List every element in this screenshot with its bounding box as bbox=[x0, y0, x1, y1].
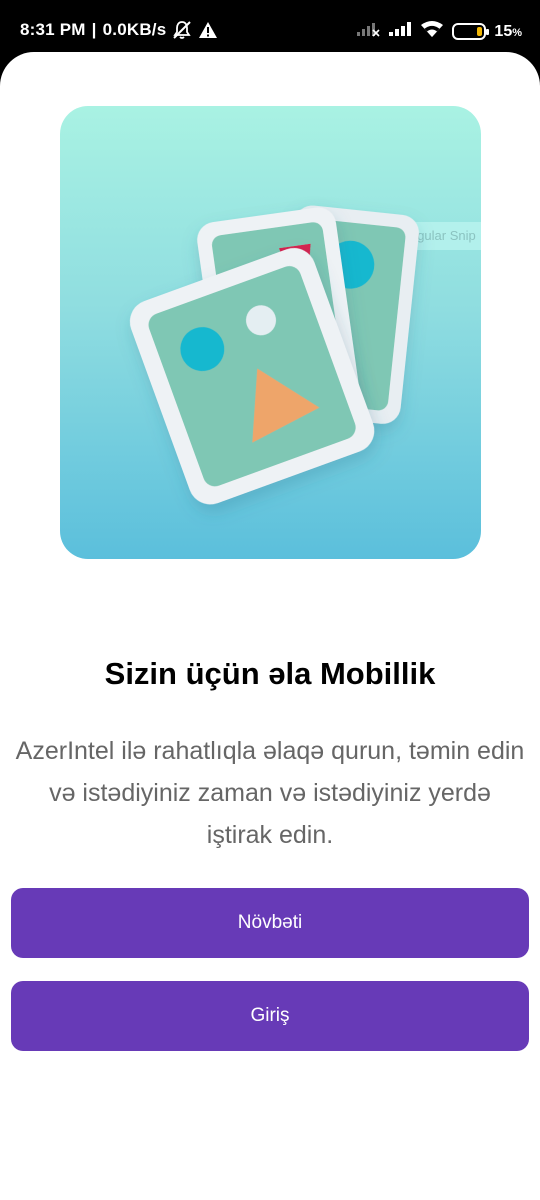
bell-off-icon bbox=[172, 20, 192, 40]
page-title: Sizin üçün əla Mobillik bbox=[104, 656, 436, 691]
warning-icon bbox=[198, 21, 218, 39]
signal-icon bbox=[388, 21, 412, 42]
page-description: AzerIntel ilə rahatlıqla əlaqə qurun, tə… bbox=[15, 737, 525, 849]
photo-cards-icon bbox=[129, 205, 419, 505]
next-button[interactable]: Növbəti bbox=[11, 888, 529, 958]
login-button[interactable]: Giriş bbox=[11, 981, 529, 1051]
battery-percent: 15% bbox=[494, 22, 522, 40]
status-separator: | bbox=[91, 20, 97, 39]
network-speed: 0.0KB/s bbox=[102, 20, 167, 39]
status-time: 8:31 PM bbox=[20, 20, 86, 39]
battery-level bbox=[477, 27, 483, 36]
signal-icon bbox=[356, 21, 380, 42]
battery-icon bbox=[452, 23, 490, 40]
status-right: 15% bbox=[356, 20, 522, 43]
wifi-icon bbox=[420, 20, 444, 43]
status-left: 8:31 PM | 0.0KB/s bbox=[20, 20, 218, 40]
hero-illustration: Rectangular Snip bbox=[60, 106, 481, 559]
onboarding-sheet: Rectangular Snip Sizin üçün əla Mobillik… bbox=[0, 52, 540, 1200]
